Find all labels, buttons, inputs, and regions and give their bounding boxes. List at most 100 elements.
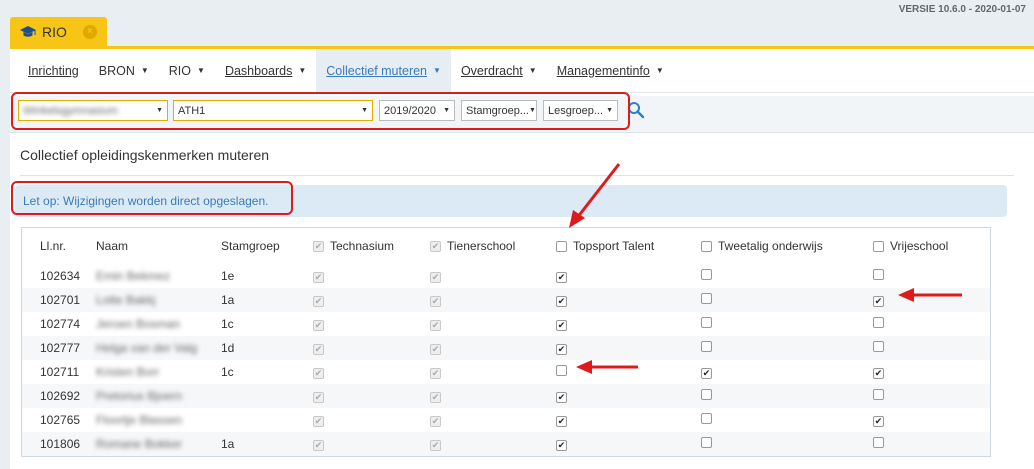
tweetalig-checkbox[interactable]: ✔ [701,368,712,379]
tweetalig-checkbox[interactable] [701,389,712,400]
menu-item-bron[interactable]: BRON ▼ [89,49,159,93]
menu-item-dashboards[interactable]: Dashboards ▼ [215,49,316,93]
select-all-vrijeschool-checkbox[interactable] [873,240,884,252]
cell-tienerschool: ✔ [418,341,540,355]
menu-item-collectief-muteren[interactable]: Collectief muteren ▼ [316,48,451,93]
cell-naam: Helga van der Valg [96,341,198,355]
table-row: 101806 Romane Bokker 1a ✔ ✔ ✔ [22,432,990,456]
vrijeschool-checkbox[interactable]: ✔ [873,416,884,427]
tienerschool-checkbox: ✔ [430,272,441,283]
cell-tienerschool: ✔ [418,317,540,331]
cell-topsport: ✔ [540,389,685,403]
select-all-tienerschool-checkbox[interactable]: ✔ [430,240,441,252]
main-menu: Inrichting BRON ▼ RIO ▼ Dashboards ▼ Collectief… [10,48,1034,93]
topsport-checkbox[interactable]: ✔ [556,272,567,283]
cell-vrijeschool [860,317,990,331]
cell-stamgroep: 1c [221,365,234,379]
cell-naam: Romane Bokker [96,437,183,451]
select-all-topsport-checkbox[interactable] [556,240,567,252]
topsport-checkbox[interactable]: ✔ [556,296,567,307]
cell-vrijeschool [860,389,990,403]
cell-vrijeschool: ✔ [860,413,990,427]
vrijeschool-checkbox[interactable]: ✔ [873,368,884,379]
cell-technasium: ✔ [301,317,418,331]
tweetalig-checkbox[interactable] [701,293,712,304]
app-tabbar: RIO × [10,17,107,46]
annotation-arrow-vrijeschool [898,288,962,302]
col-header-stamgroep: Stamgroep [221,239,280,253]
annotation-box-filters [11,92,630,130]
col-header-tienerschool: ✔ Tienerschool [418,239,540,253]
menu-item-managementinfo[interactable]: Managementinfo ▼ [547,49,674,93]
menu-item-overdracht[interactable]: Overdracht ▼ [451,49,547,93]
col-header-technasium: ✔ Technasium [301,239,418,253]
table-row: 102777 Helga van der Valg 1d ✔ ✔ ✔ [22,336,990,360]
select-all-tweetalig-checkbox[interactable] [701,240,712,252]
cell-vrijeschool [860,341,990,355]
cell-stamgroep: 1a [221,437,235,451]
chevron-down-icon: ▼ [655,66,664,75]
annotation-arrow-topsport-row [576,360,638,374]
topsport-checkbox[interactable]: ✔ [556,440,567,451]
col-header-topsport: Topsport Talent [540,239,685,253]
vrijeschool-checkbox[interactable] [873,269,884,280]
cell-technasium: ✔ [301,341,418,355]
menu-item-label: Managementinfo [556,63,650,78]
cell-vrijeschool [860,269,990,283]
technasium-checkbox: ✔ [313,416,324,427]
tienerschool-checkbox: ✔ [430,296,441,307]
menu-item-label: Collectief muteren [326,63,428,78]
graduation-cap-icon [20,25,36,37]
cell-nr: 102634 [40,269,81,283]
cell-tienerschool: ✔ [418,269,540,283]
table-row: 102711 Kristen Borr 1c ✔ ✔ ✔ ✔ [22,360,990,384]
menu-item-label: Dashboards [224,63,293,78]
cell-vrijeschool: ✔ [860,365,990,379]
cell-technasium: ✔ [301,413,418,427]
col-header-topsport-label: Topsport Talent [573,239,655,253]
cell-nr: 102692 [40,389,81,403]
cell-technasium: ✔ [301,365,418,379]
col-header-tienerschool-label: Tienerschool [447,239,516,253]
menu-item-rio[interactable]: RIO ▼ [159,49,215,93]
col-header-technasium-label: Technasium [330,239,395,253]
tweetalig-checkbox[interactable] [701,413,712,424]
tweetalig-checkbox[interactable] [701,437,712,448]
menu-item-inrichting[interactable]: Inrichting [18,49,89,93]
chevron-down-icon: ▼ [140,66,149,75]
vrijeschool-checkbox[interactable] [873,341,884,352]
cell-vrijeschool [860,437,990,451]
cell-tweetalig [685,341,860,355]
cell-topsport: ✔ [540,269,685,283]
vrijeschool-checkbox[interactable] [873,317,884,328]
tweetalig-checkbox[interactable] [701,317,712,328]
vrijeschool-checkbox[interactable]: ✔ [873,296,884,307]
select-all-technasium-checkbox[interactable]: ✔ [313,240,324,252]
annotation-box-alert [11,181,293,215]
topsport-checkbox[interactable] [556,365,567,376]
cell-technasium: ✔ [301,293,418,307]
topsport-checkbox[interactable]: ✔ [556,392,567,403]
cell-tweetalig [685,413,860,427]
tweetalig-checkbox[interactable] [701,269,712,280]
topsport-checkbox[interactable]: ✔ [556,344,567,355]
topsport-checkbox[interactable]: ✔ [556,416,567,427]
chevron-down-icon: ▼ [197,66,205,75]
cell-nr: 102774 [40,317,81,331]
menu-item-label: Inrichting [28,63,79,78]
vrijeschool-checkbox[interactable] [873,389,884,400]
tienerschool-checkbox: ✔ [430,392,441,403]
topsport-checkbox[interactable]: ✔ [556,320,567,331]
cell-nr: 102701 [40,293,81,307]
vrijeschool-checkbox[interactable] [873,437,884,448]
cell-tienerschool: ✔ [418,365,540,379]
cell-stamgroep: 1a [221,293,235,307]
tienerschool-checkbox: ✔ [430,440,441,451]
close-tab-icon[interactable]: × [82,24,97,39]
table-row: 102774 Jeroen Bosman 1c ✔ ✔ ✔ [22,312,990,336]
app-tab-rio[interactable]: RIO × [10,17,107,46]
menu-item-label: Overdracht [460,63,523,78]
technasium-checkbox: ✔ [313,272,324,283]
table-header: Ll.nr. Naam Stamgroep ✔ Technasium ✔ Tiene… [22,228,990,264]
tweetalig-checkbox[interactable] [701,341,712,352]
